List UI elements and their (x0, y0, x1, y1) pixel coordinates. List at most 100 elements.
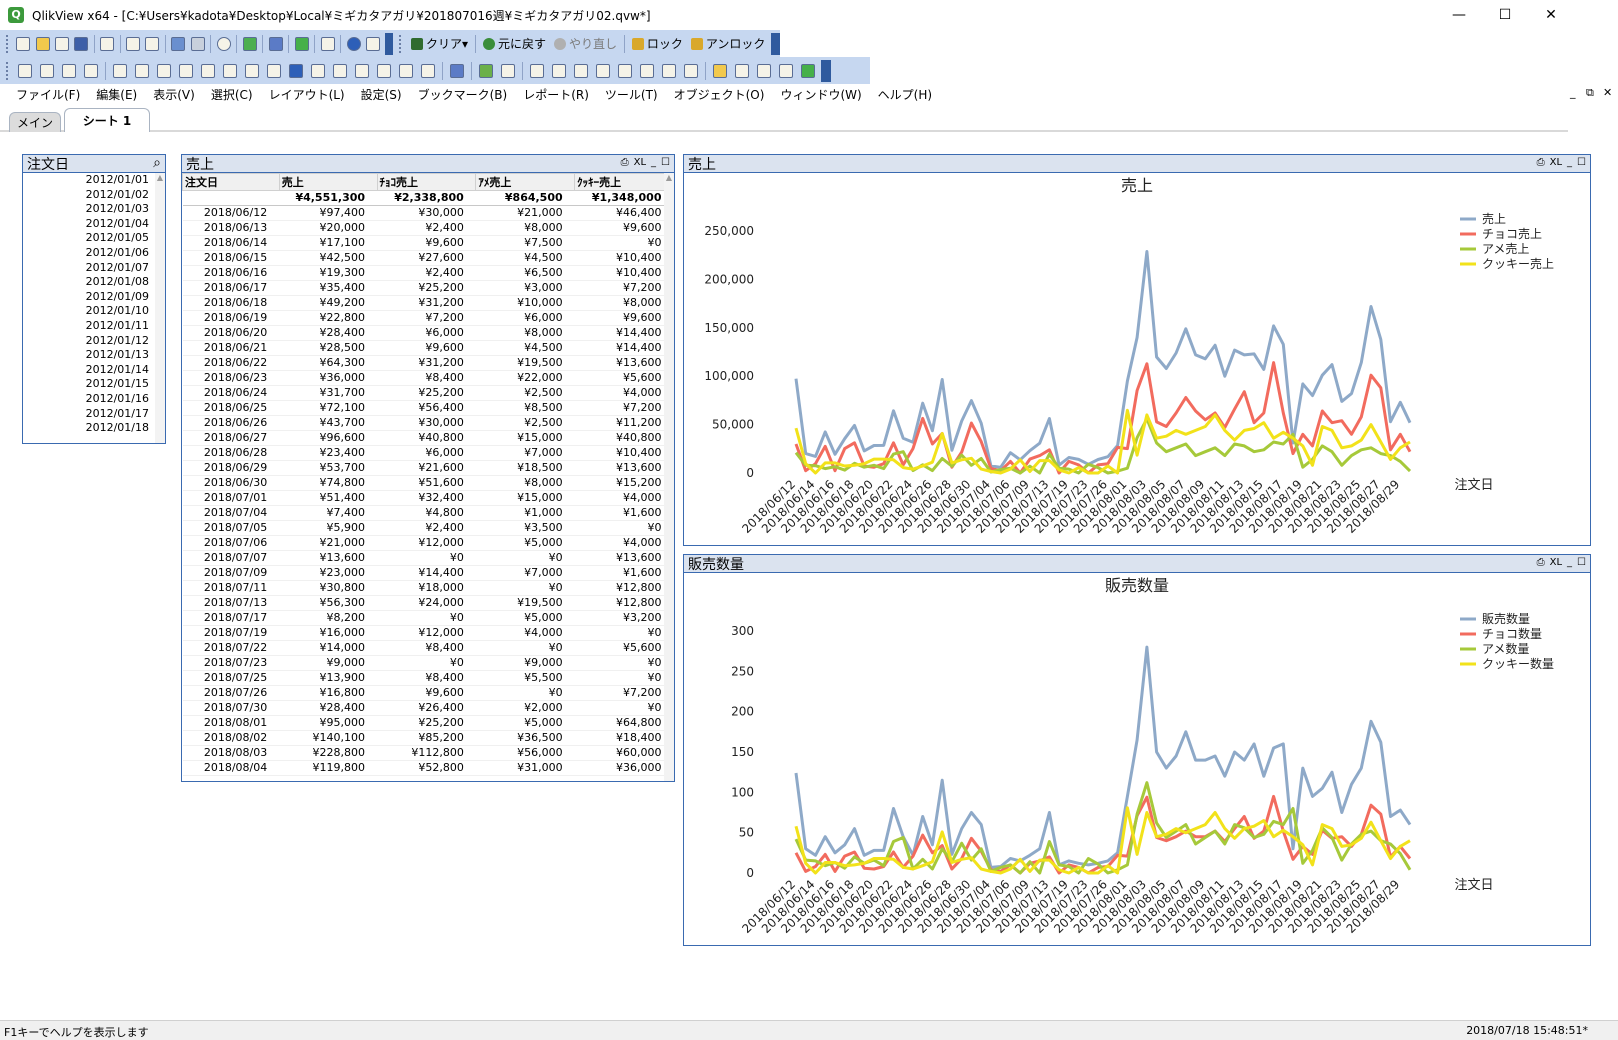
format-painter-button[interactable] (476, 61, 496, 81)
new-document-button[interactable] (15, 34, 32, 54)
toolbar-options-dropdown[interactable] (771, 32, 780, 55)
listbox-item[interactable]: 2012/01/14 (23, 363, 165, 378)
listbox-item[interactable]: 2012/01/06 (23, 246, 165, 261)
maximize-button[interactable]: ☐ (1482, 0, 1528, 30)
new-listbox-button[interactable] (110, 61, 130, 81)
search-button[interactable] (215, 34, 232, 54)
table-row[interactable]: 2018/07/07 ¥13,600 ¥0 ¥0 ¥13,600 (182, 550, 674, 566)
column-header-sales[interactable]: 売上 (278, 173, 378, 191)
table-row[interactable]: 2018/06/21 ¥28,500 ¥9,600 ¥4,500 ¥14,400 (182, 340, 674, 356)
sales-line-chart[interactable]: 売上050,000100,000150,000200,000250,000201… (684, 173, 1590, 545)
listbox-item[interactable]: 2012/01/12 (23, 334, 165, 349)
print-icon[interactable]: ⎙ (1537, 157, 1545, 168)
new-button-object-button[interactable] (264, 61, 284, 81)
listbox-item[interactable]: 2012/01/05 (23, 231, 165, 246)
new-chart-button-2[interactable] (198, 61, 218, 81)
column-header-candy-sales[interactable]: ｱﾒ売上 (475, 173, 576, 191)
column-header-choco-sales[interactable]: ﾁｮｺ売上 (376, 173, 477, 191)
new-slider-button[interactable] (330, 61, 350, 81)
table-row[interactable]: 2018/07/11 ¥30,800 ¥18,000 ¥0 ¥12,800 (182, 580, 674, 596)
menu-file[interactable]: ファイル(F) (8, 86, 88, 103)
promote-sheet-button[interactable] (37, 61, 57, 81)
tab-sheet1[interactable]: シート 1 (64, 108, 150, 134)
new-chart-button[interactable] (267, 34, 284, 54)
table-row[interactable]: 2018/07/06 ¥21,000 ¥12,000 ¥5,000 ¥4,000 (182, 535, 674, 551)
design-grid-button[interactable] (498, 61, 518, 81)
table-row[interactable]: 2018/06/12 ¥97,400 ¥30,000 ¥21,000 ¥46,400 (182, 205, 674, 221)
listbox-item[interactable]: 2012/01/08 (23, 275, 165, 290)
column-header-order-date[interactable]: 注文日 (182, 173, 280, 191)
table-row[interactable]: 2018/06/22 ¥64,300 ¥31,200 ¥19,500 ¥13,600 (182, 355, 674, 371)
mdi-restore-button[interactable]: ⧉ (1586, 86, 1594, 100)
listbox-item[interactable]: 2012/01/15 (23, 377, 165, 392)
menu-edit[interactable]: 編集(E) (88, 86, 145, 103)
table-row[interactable]: 2018/07/13 ¥56,300 ¥24,000 ¥19,500 ¥12,800 (182, 595, 674, 611)
close-button[interactable]: ✕ (1528, 0, 1574, 30)
table-row[interactable]: 2018/07/01 ¥51,400 ¥32,400 ¥15,000 ¥4,000 (182, 490, 674, 506)
align-bottom-button[interactable] (637, 61, 657, 81)
minimize-object-icon[interactable]: _ (1567, 557, 1572, 568)
table-row[interactable]: 2018/06/16 ¥19,300 ¥2,400 ¥6,500 ¥10,400 (182, 265, 674, 281)
new-text-object-button[interactable] (286, 61, 306, 81)
table-row[interactable]: 2018/06/28 ¥23,400 ¥6,000 ¥7,000 ¥10,400 (182, 445, 674, 461)
table-row[interactable]: 2018/06/29 ¥53,700 ¥21,600 ¥18,500 ¥13,600 (182, 460, 674, 476)
minimize-button[interactable]: — (1436, 0, 1482, 30)
print-icon[interactable]: ⎙ (621, 157, 629, 168)
listbox-item[interactable]: 2012/01/17 (23, 407, 165, 422)
space-horizontal-button[interactable] (659, 61, 679, 81)
new-input-box-button[interactable] (220, 61, 240, 81)
table-row[interactable]: 2018/07/17 ¥8,200 ¥0 ¥5,000 ¥3,200 (182, 610, 674, 626)
table-viewer-button[interactable] (776, 61, 796, 81)
align-left-button[interactable] (527, 61, 547, 81)
table-row[interactable]: 2018/07/26 ¥16,800 ¥9,600 ¥0 ¥7,200 (182, 685, 674, 701)
table-row[interactable]: 2018/07/04 ¥7,400 ¥4,800 ¥1,000 ¥1,600 (182, 505, 674, 521)
search-icon[interactable]: ⌕ (153, 155, 161, 171)
new-tablebox-button[interactable] (176, 61, 196, 81)
send-to-excel-icon[interactable]: XL (1550, 157, 1562, 168)
table-row[interactable]: 2018/07/05 ¥5,900 ¥2,400 ¥3,500 ¥0 (182, 520, 674, 536)
mdi-minimize-button[interactable]: _ (1570, 86, 1576, 99)
table-row[interactable]: 2018/06/20 ¥28,400 ¥6,000 ¥8,000 ¥14,400 (182, 325, 674, 341)
new-statistics-box-button[interactable] (132, 61, 152, 81)
table-row[interactable]: 2018/06/27 ¥96,600 ¥40,800 ¥15,000 ¥40,800 (182, 430, 674, 446)
reload-script-button[interactable] (144, 34, 161, 54)
new-multibox-button[interactable] (154, 61, 174, 81)
toolbar-grip[interactable] (399, 34, 403, 53)
align-center-button[interactable] (549, 61, 569, 81)
edit-script-button[interactable] (124, 34, 141, 54)
new-container-button[interactable] (396, 61, 416, 81)
listbox-item[interactable]: 2012/01/07 (23, 261, 165, 276)
forward-button[interactable]: やり直し (550, 34, 621, 54)
table-row[interactable]: 2018/08/04 ¥119,800 ¥52,800 ¥31,000 ¥36,000 (182, 760, 674, 776)
new-line-arrow-button[interactable] (308, 61, 328, 81)
menu-selections[interactable]: 選択(C) (203, 86, 261, 103)
edit-module-button[interactable] (754, 61, 774, 81)
table-row[interactable]: 2018/07/19 ¥16,000 ¥12,000 ¥4,000 ¥0 (182, 625, 674, 641)
listbox-item[interactable]: 2012/01/10 (23, 304, 165, 319)
menu-bookmarks[interactable]: ブックマーク(B) (410, 86, 516, 103)
space-vertical-button[interactable] (681, 61, 701, 81)
table-row[interactable]: 2018/06/19 ¥22,800 ¥7,200 ¥6,000 ¥9,600 (182, 310, 674, 326)
add-sheet-button[interactable] (15, 61, 35, 81)
listbox-item[interactable]: 2012/01/11 (23, 319, 165, 334)
chart-wizard-button[interactable] (447, 61, 467, 81)
menu-settings[interactable]: 設定(S) (353, 86, 410, 103)
toolbar-options-dropdown[interactable] (821, 59, 831, 82)
back-button[interactable]: 元に戻す (479, 34, 550, 54)
align-middle-button[interactable] (615, 61, 635, 81)
toolbar-grip[interactable] (6, 34, 10, 53)
save-button[interactable] (72, 34, 89, 54)
align-right-button[interactable] (571, 61, 591, 81)
tab-main[interactable]: メイン (9, 112, 61, 134)
bookmark-button[interactable] (293, 34, 310, 54)
table-row[interactable]: 2018/08/02 ¥140,100 ¥85,200 ¥36,500 ¥18,400 (182, 730, 674, 746)
column-header-cookie-sales[interactable]: ｸｯｷｰ売上 (574, 173, 674, 191)
listbox-item[interactable]: 2012/01/03 (23, 202, 165, 217)
document-properties-button[interactable] (710, 61, 730, 81)
send-to-excel-icon[interactable]: XL (1550, 557, 1562, 568)
expression-overview-button[interactable] (798, 61, 818, 81)
demote-sheet-button[interactable] (59, 61, 79, 81)
minimize-object-icon[interactable]: _ (1567, 157, 1572, 168)
table-row[interactable]: 2018/07/30 ¥28,400 ¥26,400 ¥2,000 ¥0 (182, 700, 674, 716)
menu-view[interactable]: 表示(V) (145, 86, 203, 103)
